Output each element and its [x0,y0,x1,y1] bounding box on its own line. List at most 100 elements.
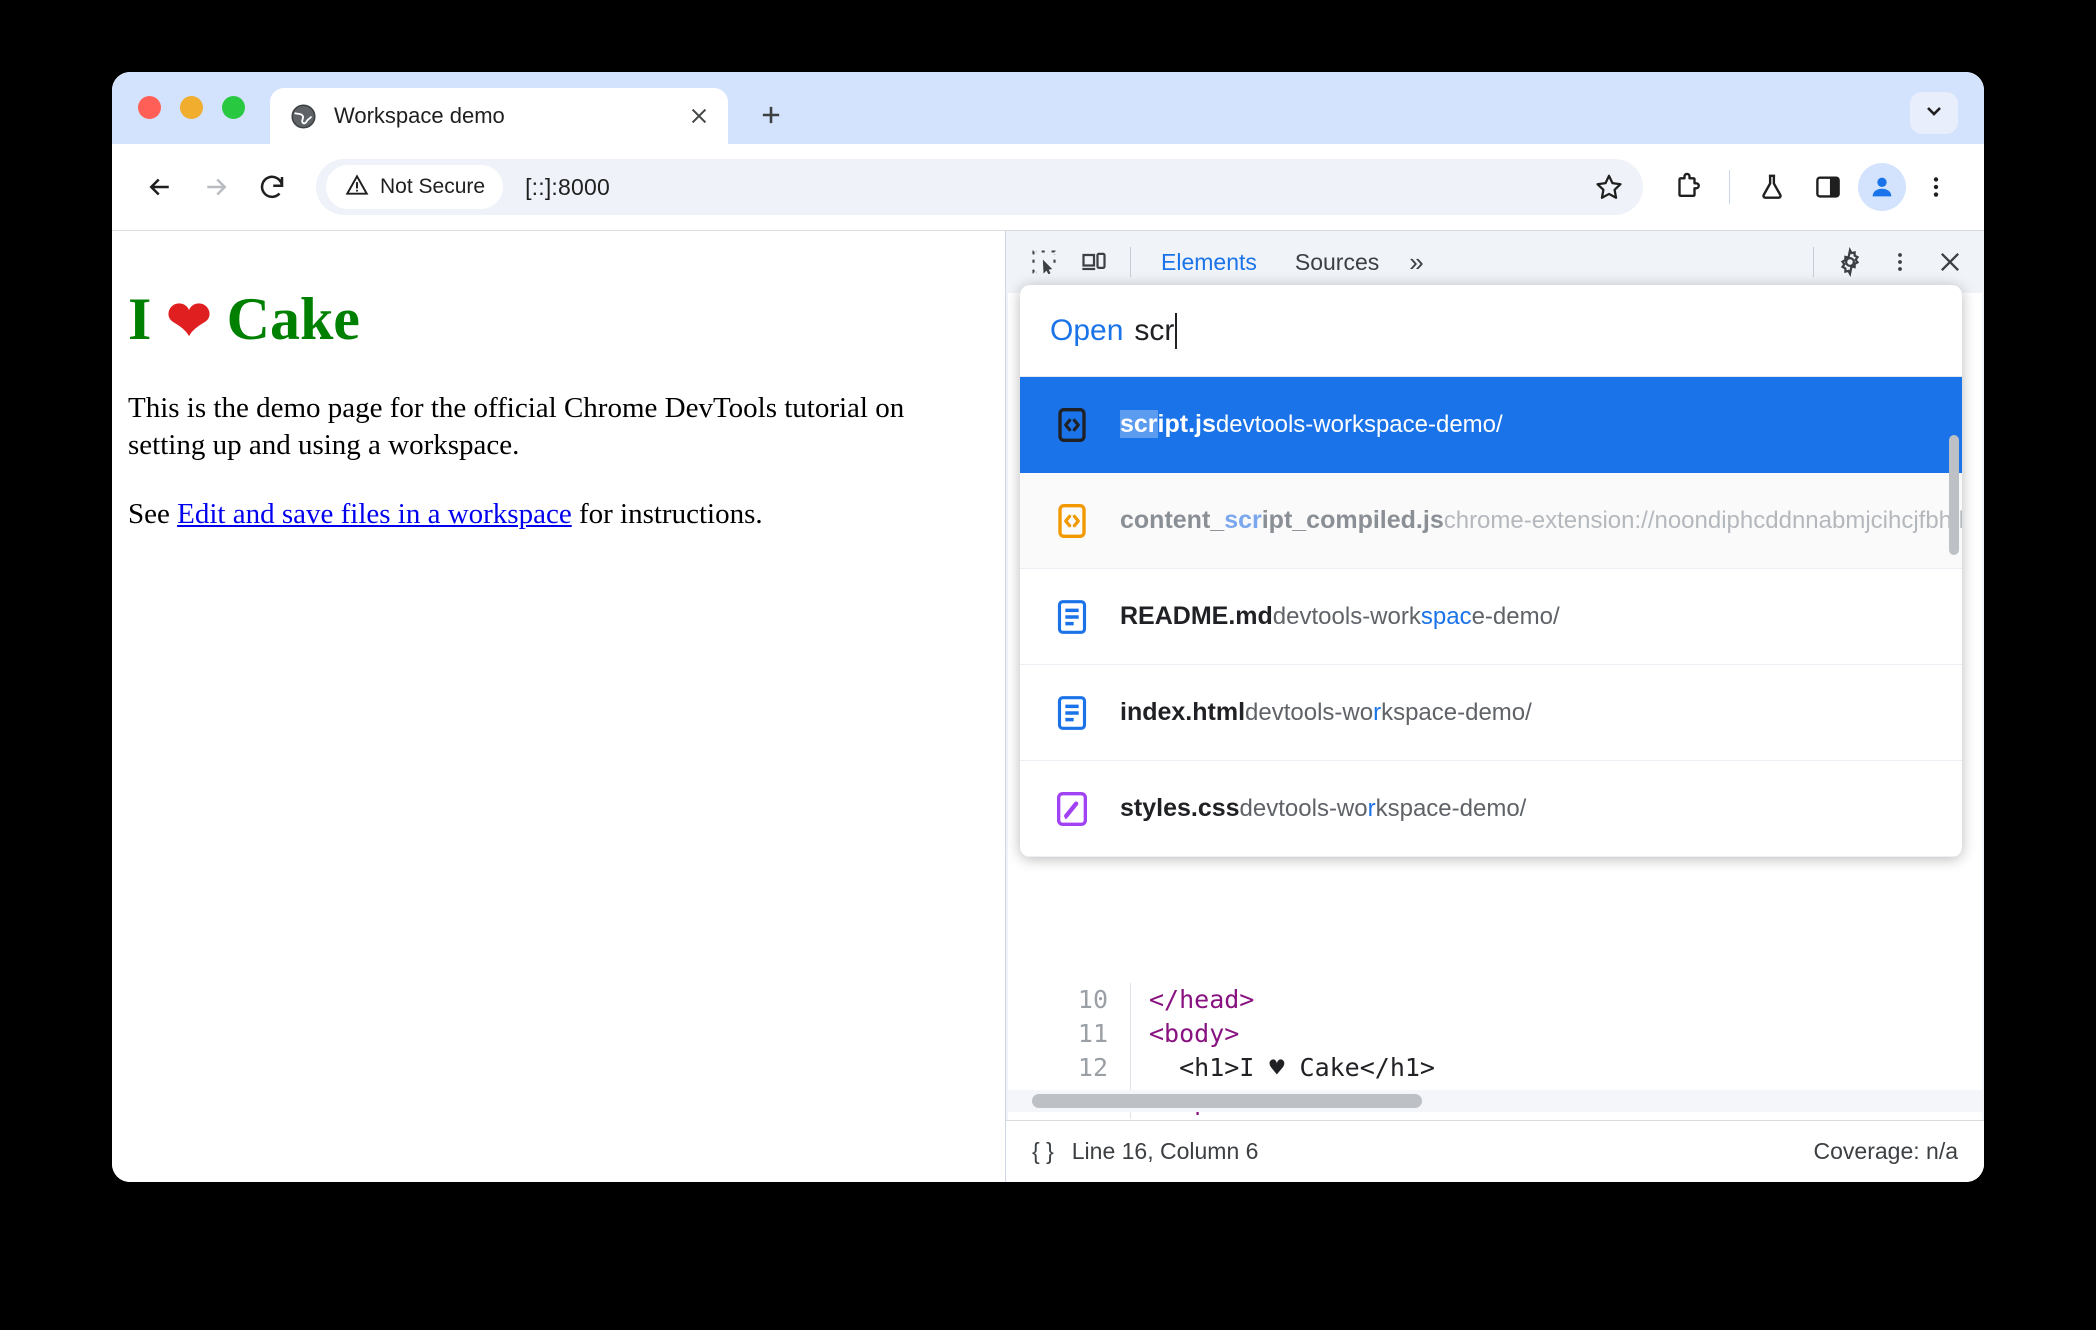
text-fragment: ipt_compiled.js [1261,505,1444,534]
text-fragment: content_ [1120,505,1225,534]
workspace-doc-link[interactable]: Edit and save files in a workspace [177,498,572,530]
paragraph2-prefix: See [128,498,178,531]
labs-flask-icon[interactable] [1746,161,1798,213]
inspect-element-icon[interactable] [1020,239,1068,285]
heart-icon: ❤ [166,291,212,351]
new-tab-button[interactable] [752,96,790,134]
result-title: README.md [1120,602,1273,630]
close-window-button[interactable] [138,96,161,119]
cursor-position: Line 16, Column 6 [1071,1138,1259,1164]
text-fragment: kspace-demo/ [1381,698,1532,726]
result-text: index.htmldevtools-workspace-demo/ [1120,698,1532,728]
browser-toolbar: Not Secure [::]:8000 [112,144,1984,230]
content-split: I ❤ Cake This is the demo page for the o… [112,230,1984,1182]
bookmark-star-icon[interactable] [1583,161,1635,213]
result-subtitle: devtools-workspace-demo/ [1245,699,1532,726]
devtools-toolbar-divider-2 [1813,247,1814,277]
text-fragment: ipt.js [1157,409,1216,438]
minimize-window-button[interactable] [180,96,203,119]
text-fragment: README.md [1120,601,1273,630]
palette-result-row[interactable]: README.mddevtools-workspace-demo/ [1020,569,1962,665]
result-text: script.jsdevtools-workspace-demo/ [1120,409,1503,440]
code-line: 11 <body> [1008,1017,1982,1051]
command-palette[interactable]: Open scr script.jsdevtools-workspace-dem… [1020,285,1962,857]
browser-tab[interactable]: Workspace demo [270,88,728,144]
document-icon [1050,595,1094,639]
reload-button[interactable] [246,161,298,213]
text-fragment: r [1367,794,1376,822]
more-tabs-icon[interactable]: » [1399,247,1433,278]
palette-result-row[interactable]: content_script_compiled.jschrome-extensi… [1020,473,1962,569]
page-paragraph-2: See Edit and save files in a workspace f… [128,496,975,533]
result-text: styles.cssdevtools-workspace-demo/ [1120,794,1526,824]
chevron-down-icon [1922,99,1946,128]
line-content: <body> [1130,1017,1982,1051]
text-fragment: devtools-wo [1239,794,1368,822]
security-label: Not Secure [380,175,486,198]
forward-button[interactable] [190,161,242,213]
web-page-content: I ❤ Cake This is the demo page for the o… [112,231,1005,1182]
text-fragment: e-demo/ [1471,602,1560,630]
traffic-lights [138,96,245,119]
palette-result-row[interactable]: index.htmldevtools-workspace-demo/ [1020,665,1962,761]
tab-elements[interactable]: Elements [1143,239,1275,285]
site-security-chip[interactable]: Not Secure [326,165,504,209]
text-fragment: s [1420,602,1433,630]
tab-strip: Workspace demo [112,72,1984,144]
result-subtitle: devtools-workspace-demo/ [1240,795,1527,822]
editor-scrollbar-thumb[interactable] [1032,1094,1422,1108]
line-number: 12 [1077,1053,1108,1082]
css-file-icon [1050,787,1094,831]
maximize-window-button[interactable] [222,96,245,119]
devtools-close-icon[interactable] [1926,239,1974,285]
text-fragment: scr [1120,409,1158,438]
text-fragment: c [1459,602,1472,630]
page-paragraph-1: This is the demo page for the official C… [128,392,905,462]
palette-result-row[interactable]: styles.cssdevtools-workspace-demo/ [1020,761,1962,857]
back-button[interactable] [134,161,186,213]
document-icon [1050,691,1094,735]
toolbar-divider [1729,170,1730,204]
text-fragment: pa [1432,602,1460,630]
text-fragment: styles.css [1120,793,1240,822]
gear-icon[interactable] [1826,239,1874,285]
screenshot-root: Workspace demo Not Secure [::]:8000 I ❤ … [0,0,2096,1330]
palette-result-row[interactable]: script.jsdevtools-workspace-demo/ [1020,377,1962,473]
line-content: </head> [1130,983,1982,1017]
format-braces-icon[interactable]: { } [1032,1138,1054,1165]
globe-icon [290,103,317,130]
result-title: script.js [1120,409,1216,438]
address-bar[interactable]: Not Secure [::]:8000 [316,159,1643,215]
js-file-icon [1050,403,1094,447]
text-fragment: devtools-wo [1245,698,1374,726]
devtools-toolbar-divider [1130,247,1131,277]
warning-triangle-icon [344,172,370,203]
side-panel-icon[interactable] [1802,161,1854,213]
text-fragment: kspace-demo/ [1375,794,1527,822]
result-subtitle: chrome-extension://noondiphcddnnabmjcihc… [1444,507,1962,534]
browser-menu-button[interactable] [1910,161,1962,213]
tab-search-button[interactable] [1910,92,1958,134]
devtools-toolbar: Elements Sources » [1006,231,1984,293]
js-file-icon [1050,499,1094,543]
url-text: [::]:8000 [525,173,610,200]
status-left-group: { } Line 16, Column 6 [1032,1138,1258,1165]
devtools-panel: Elements Sources » 10 </head> 11 <body> … [1005,231,1984,1182]
line-content: <h1>I ♥ Cake</h1> [1130,1051,1982,1085]
palette-scrollbar-thumb[interactable] [1949,435,1959,555]
palette-query: scr [1134,313,1175,347]
palette-prefix: Open [1050,313,1124,347]
line-number: 10 [1077,985,1108,1014]
result-text: content_script_compiled.jschrome-extensi… [1120,505,1962,536]
command-palette-input[interactable]: Open scr [1020,285,1962,377]
device-toolbar-icon[interactable] [1070,239,1118,285]
text-fragment: r [1373,698,1382,726]
result-text: README.mddevtools-workspace-demo/ [1120,602,1560,632]
profile-avatar[interactable] [1858,163,1906,211]
close-icon[interactable] [684,101,714,131]
devtools-more-icon[interactable] [1876,239,1924,285]
tab-sources[interactable]: Sources [1277,239,1397,285]
browser-window: Workspace demo Not Secure [::]:8000 I ❤ … [112,72,1984,1182]
extensions-button[interactable] [1661,161,1713,213]
result-subtitle: devtools-workspace-demo/ [1216,411,1503,438]
